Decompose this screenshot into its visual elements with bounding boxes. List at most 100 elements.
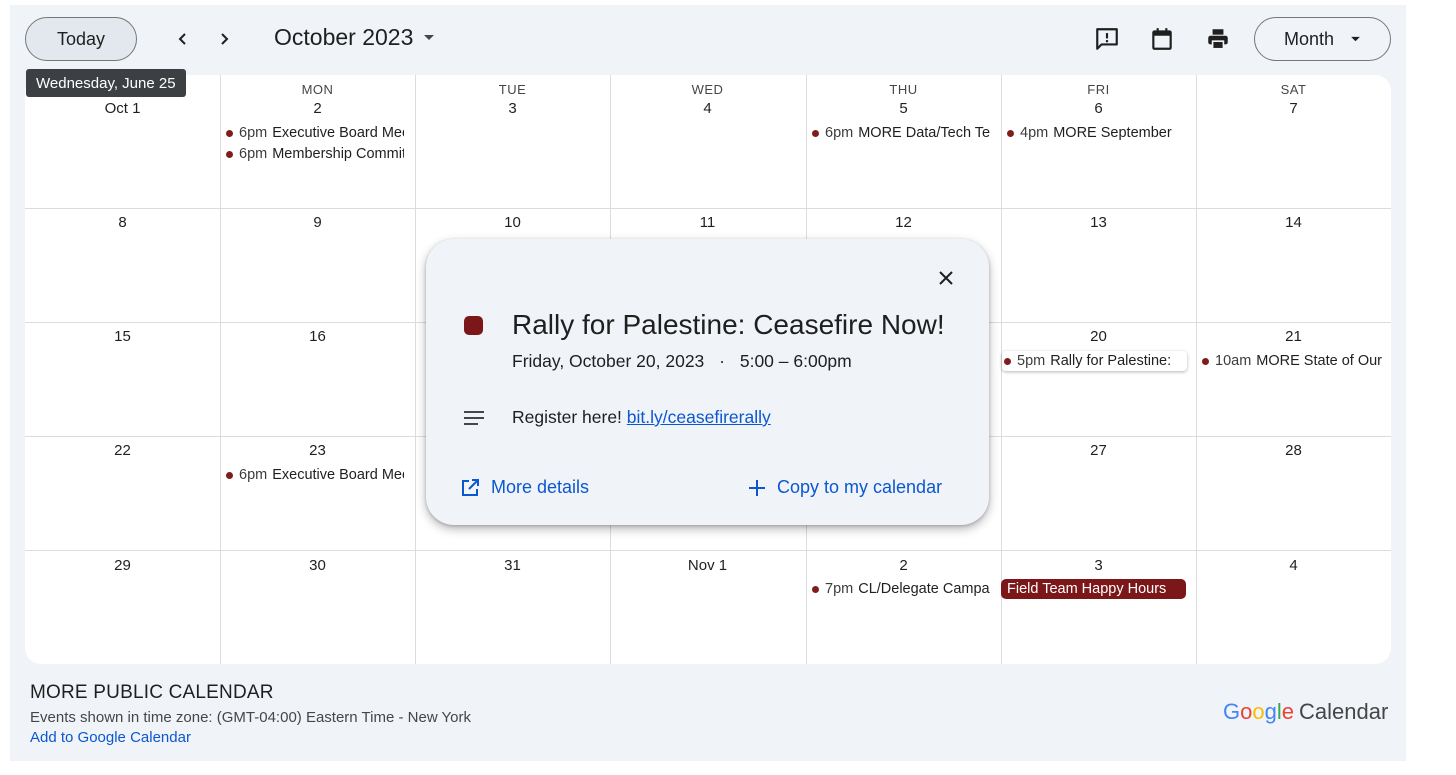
close-popup-button[interactable] [931, 263, 961, 293]
day-number[interactable]: 31 [415, 557, 610, 574]
feedback-icon[interactable] [1094, 26, 1120, 52]
day-number[interactable]: Nov 1 [610, 557, 805, 574]
day-number[interactable]: 10 [415, 214, 610, 231]
print-icon[interactable] [1205, 26, 1231, 52]
day-number[interactable]: 22 [25, 442, 220, 459]
view-label: Month [1283, 28, 1335, 49]
weekday-header: WED [691, 82, 724, 97]
close-icon [939, 271, 953, 285]
calendar-name: MORE PUBLIC CALENDAR [30, 682, 274, 703]
dropdown-icon [1351, 36, 1360, 41]
all-day-event-chip[interactable]: Field Team Happy Hours [1001, 579, 1186, 599]
plus-icon [749, 479, 765, 496]
weekday-header: TUE [498, 82, 527, 97]
day-number[interactable]: 29 [25, 557, 220, 574]
view-selector[interactable]: Month [1254, 17, 1391, 61]
grid-divider [25, 550, 1391, 551]
day-number[interactable]: 8 [25, 214, 220, 231]
description-text: Register here! [512, 407, 622, 427]
event-chip[interactable]: 6pm MORE Data/Tech Team [810, 123, 990, 143]
day-number[interactable]: 11 [610, 214, 805, 231]
more-details-button[interactable]: More details [460, 477, 589, 498]
event-time: 6pm [239, 146, 268, 162]
event-chip[interactable]: 7pm CL/Delegate Campaign [810, 579, 990, 599]
dropdown-icon [424, 34, 435, 40]
event-dot [812, 585, 819, 593]
day-number[interactable]: 3 [415, 100, 610, 117]
event-time: 4pm [1020, 125, 1049, 141]
chevron-right-icon [221, 33, 229, 45]
event-time-range: 5:00 – 6:00pm [739, 351, 852, 371]
open-in-new-icon [462, 478, 479, 496]
day-number[interactable]: 14 [1196, 214, 1391, 231]
event-datetime: Friday, October 20, 2023 · 5:00 – 6:00pm [512, 351, 852, 372]
day-number[interactable]: 21 [1196, 328, 1391, 345]
day-number[interactable]: 4 [610, 100, 805, 117]
event-chip[interactable]: 4pm MORE September [1005, 123, 1185, 143]
today-tooltip: Wednesday, June 25 [26, 69, 186, 97]
event-title: MORE Data/Tech Team [858, 125, 990, 141]
day-number[interactable]: 4 [1196, 557, 1391, 574]
day-number[interactable]: 9 [220, 214, 415, 231]
day-number[interactable]: 3 [1001, 557, 1196, 574]
event-time: 6pm [239, 467, 268, 483]
more-details-label: More details [491, 477, 590, 497]
month-picker[interactable]: October 2023 [274, 24, 435, 51]
day-number[interactable]: 16 [220, 328, 415, 345]
next-month-button[interactable] [209, 24, 239, 54]
event-title: Field Team Happy Hours [1007, 581, 1167, 597]
event-dot [1007, 129, 1014, 137]
day-number[interactable]: 20 [1001, 328, 1196, 345]
event-chip[interactable]: 6pm Executive Board Meeting [224, 123, 404, 143]
day-number[interactable]: Oct 1 [25, 100, 220, 117]
event-description: Register here! bit.ly/ceasefirerally [512, 407, 771, 428]
event-chip[interactable]: 10am MORE State of Our Union [1200, 351, 1382, 371]
day-number[interactable]: 13 [1001, 214, 1196, 231]
add-to-google-calendar-link[interactable]: Add to Google Calendar [30, 729, 191, 746]
day-number[interactable]: 2 [806, 557, 1001, 574]
event-time: 7pm [825, 581, 854, 597]
event-time: 6pm [239, 125, 268, 141]
event-chip[interactable]: 6pm Executive Board Meeting [224, 465, 404, 485]
day-number[interactable]: 2 [220, 100, 415, 117]
day-number[interactable]: 28 [1196, 442, 1391, 459]
event-time: 5pm [1017, 353, 1046, 369]
event-title: CL/Delegate Campaign [858, 581, 990, 597]
today-button[interactable]: Today [25, 17, 137, 61]
google-calendar-logo[interactable]: Google Calendar [1223, 699, 1388, 725]
day-number[interactable]: 30 [220, 557, 415, 574]
day-number[interactable]: 7 [1196, 100, 1391, 117]
day-number[interactable]: 6 [1001, 100, 1196, 117]
event-title: Rally for Palestine: [1050, 353, 1172, 369]
event-dot [812, 129, 819, 137]
event-dot [1004, 357, 1011, 365]
calendar-icon[interactable] [1149, 26, 1175, 52]
grid-divider [25, 208, 1391, 209]
day-number[interactable]: 15 [25, 328, 220, 345]
event-color-swatch [464, 316, 483, 335]
day-number[interactable]: 5 [806, 100, 1001, 117]
month-title: October 2023 [274, 24, 414, 50]
timezone-note: Events shown in time zone: (GMT-04:00) E… [30, 709, 472, 726]
grid-divider [1001, 75, 1002, 664]
day-number[interactable]: 27 [1001, 442, 1196, 459]
day-number[interactable]: 12 [806, 214, 1001, 231]
event-title: MORE September [1053, 125, 1172, 141]
copy-to-calendar-button[interactable]: Copy to my calendar [748, 477, 942, 498]
previous-month-button[interactable] [168, 24, 198, 54]
event-dot [226, 150, 233, 158]
calendar-wordmark: Calendar [1299, 699, 1389, 724]
event-title: MORE State of Our Union [1256, 353, 1382, 369]
weekday-header: MON [301, 82, 334, 97]
grid-divider [1196, 75, 1197, 664]
event-title: Membership Committee [272, 146, 404, 162]
weekday-header: THU [889, 82, 918, 97]
weekday-header: SAT [1280, 82, 1307, 97]
weekday-header: FRI [1087, 82, 1110, 97]
event-chip-selected[interactable]: 5pm Rally for Palestine: [1002, 351, 1187, 371]
event-chip[interactable]: 6pm Membership Committee [224, 144, 404, 164]
registration-link[interactable]: bit.ly/ceasefirerally [627, 407, 771, 427]
event-title: Executive Board Meeting [272, 125, 404, 141]
day-number[interactable]: 23 [220, 442, 415, 459]
grid-divider [220, 75, 221, 664]
